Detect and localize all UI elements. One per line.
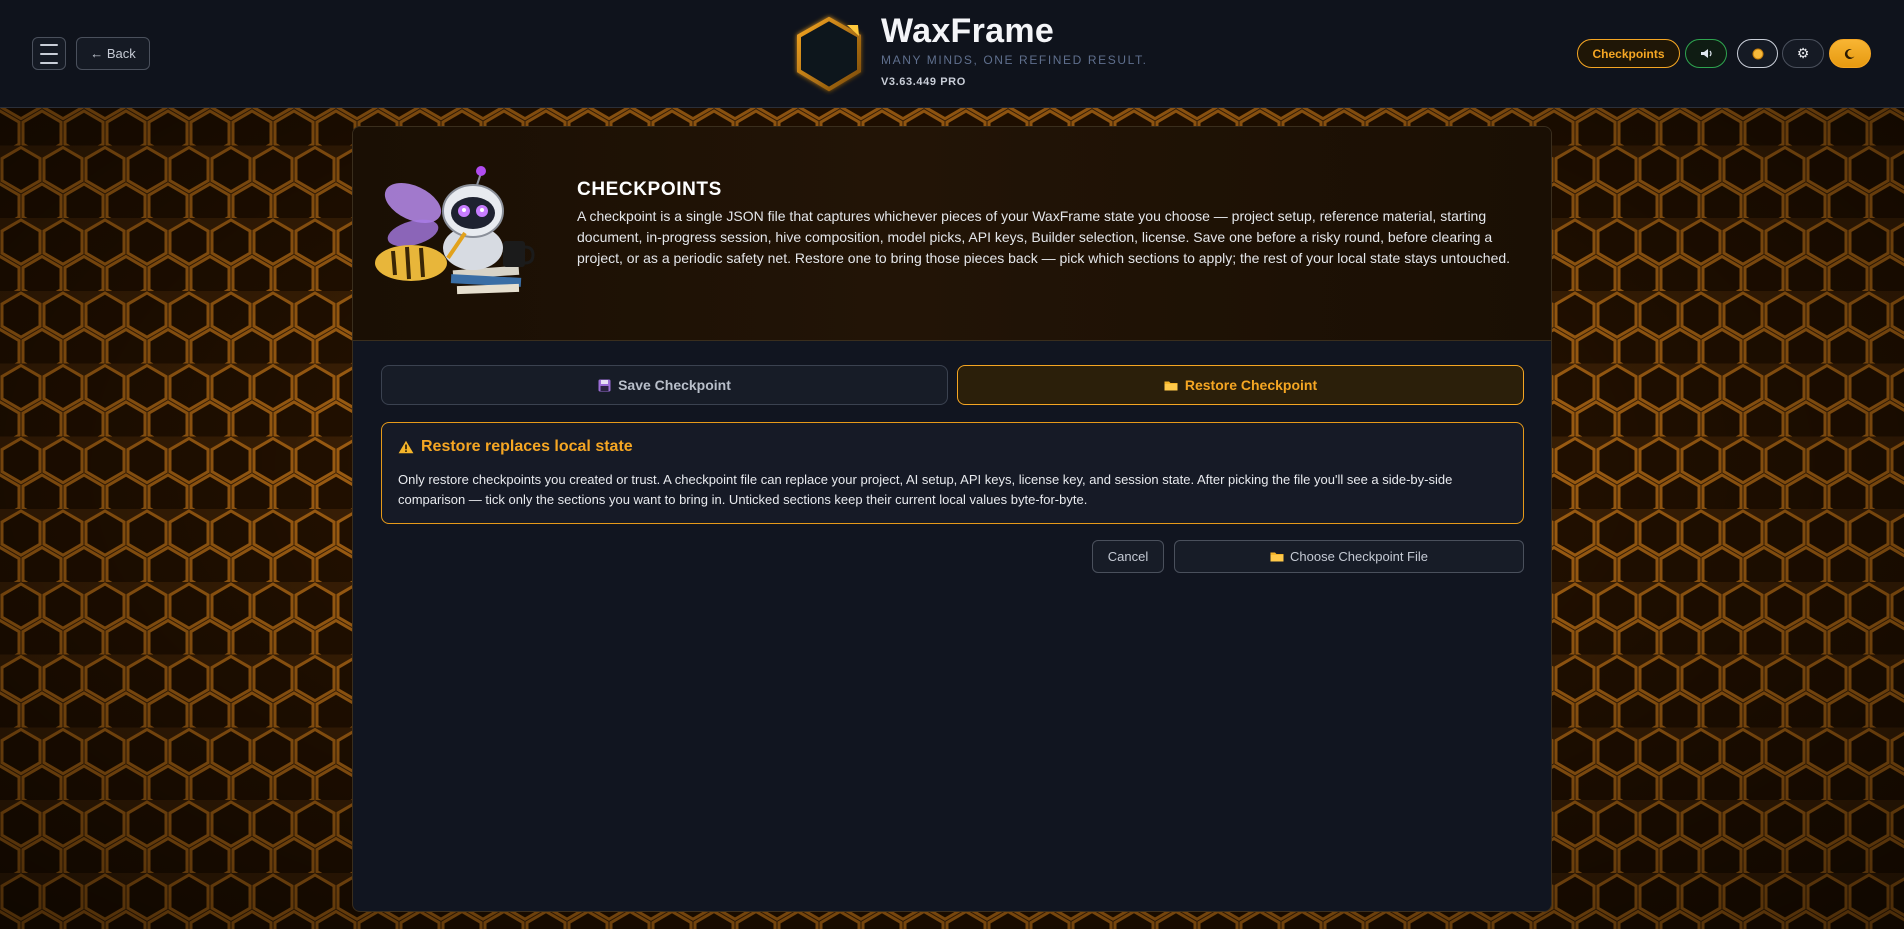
checkpoints-panel: CHECKPOINTS A checkpoint is a single JSO… bbox=[352, 126, 1552, 912]
status-dot-icon bbox=[1752, 48, 1763, 59]
theme-toggle-button[interactable] bbox=[1829, 39, 1871, 68]
warning-heading: Restore replaces local state bbox=[398, 438, 633, 456]
warning-title: Restore replaces local state bbox=[421, 438, 633, 455]
tab-save-label: Save Checkpoint bbox=[618, 377, 731, 393]
hamburger-menu-button[interactable] bbox=[32, 37, 66, 70]
floppy-disk-icon bbox=[598, 379, 611, 391]
moon-icon bbox=[1844, 48, 1855, 59]
choose-checkpoint-file-button[interactable]: Choose Checkpoint File bbox=[1174, 540, 1524, 573]
folder-icon bbox=[1164, 381, 1178, 390]
top-bar: ← Back WaxFrame MANY MINDS, ONE REFINED … bbox=[0, 0, 1904, 108]
hexagon-logo-icon bbox=[797, 16, 861, 92]
restore-warning-box: Restore replaces local state Only restor… bbox=[381, 422, 1524, 524]
folder-icon bbox=[1270, 552, 1284, 562]
warning-icon bbox=[398, 440, 414, 454]
robot-bee-mascot bbox=[375, 166, 535, 295]
hamburger-icon-line bbox=[40, 61, 58, 64]
hero-banner: CHECKPOINTS A checkpoint is a single JSO… bbox=[353, 127, 1551, 341]
tab-save-checkpoint[interactable]: Save Checkpoint bbox=[381, 365, 948, 405]
status-button[interactable] bbox=[1737, 39, 1778, 68]
gear-icon: ⚙ bbox=[1796, 45, 1810, 61]
warning-text: Only restore checkpoints you created or … bbox=[398, 472, 1453, 507]
sound-toggle-button[interactable] bbox=[1685, 39, 1727, 68]
cancel-button[interactable]: Cancel bbox=[1092, 540, 1164, 573]
brand-title: WaxFrame bbox=[881, 12, 1055, 50]
back-button[interactable]: ← Back bbox=[76, 37, 150, 70]
tab-restore-label: Restore Checkpoint bbox=[1184, 377, 1318, 393]
choose-file-label: Choose Checkpoint File bbox=[1289, 549, 1429, 564]
tab-restore-checkpoint[interactable]: Restore Checkpoint bbox=[957, 365, 1524, 405]
settings-button[interactable]: ⚙ bbox=[1782, 39, 1824, 68]
hamburger-icon bbox=[40, 43, 58, 46]
brand-version: V3.63.449 PRO bbox=[881, 76, 966, 88]
page-title: CHECKPOINTS bbox=[577, 179, 722, 200]
brand-tagline: MANY MINDS, ONE REFINED RESULT. bbox=[881, 53, 1148, 67]
checkpoints-button[interactable]: Checkpoints bbox=[1577, 39, 1680, 68]
speaker-icon bbox=[1700, 49, 1712, 58]
page-description: A checkpoint is a single JSON file that … bbox=[577, 208, 1511, 266]
hamburger-icon-line bbox=[40, 52, 58, 55]
